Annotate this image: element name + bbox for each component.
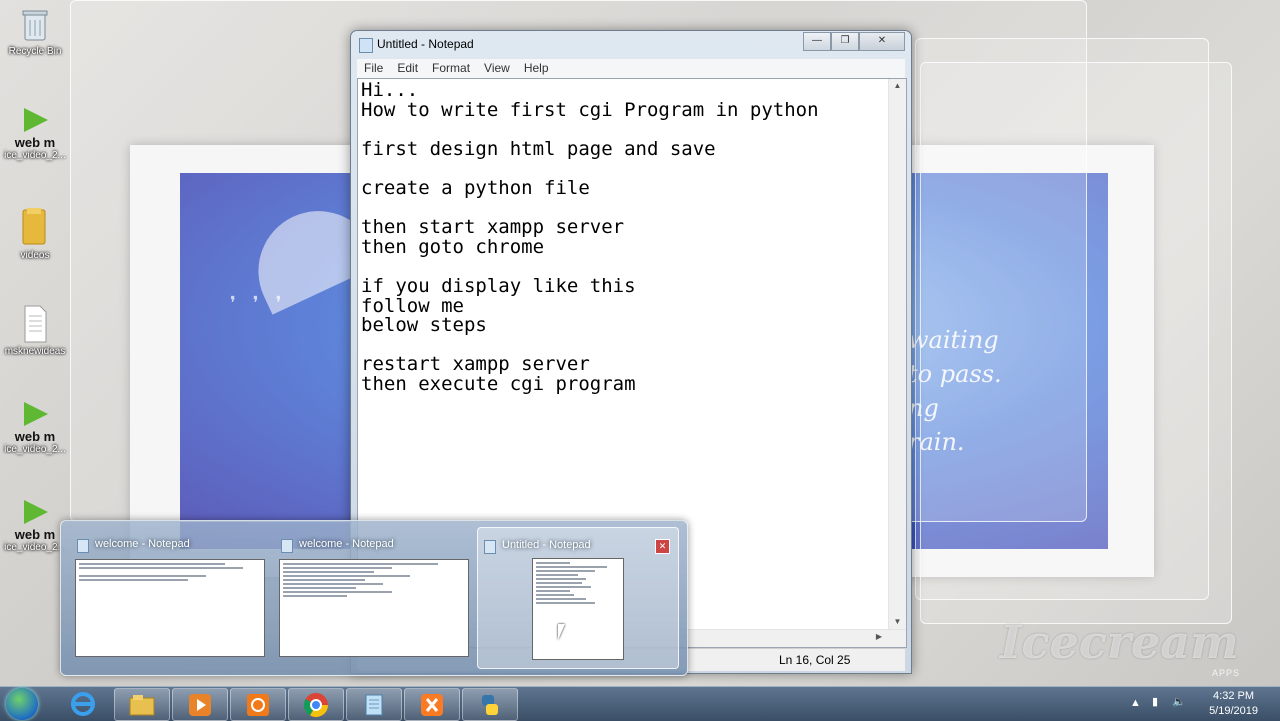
thumbnail-welcome-1[interactable]: welcome - Notepad xyxy=(71,527,271,667)
screen-recorder-icon xyxy=(247,693,269,716)
window-controls: — ❐ ✕ xyxy=(803,32,905,51)
taskbar-notepad[interactable] xyxy=(346,688,402,721)
internet-explorer-icon xyxy=(71,691,95,716)
scroll-up-icon[interactable]: ▲ xyxy=(889,79,906,93)
taskbar-app-orange[interactable] xyxy=(230,688,286,721)
play-icon xyxy=(18,498,52,526)
taskbar: ▲ ▮ 🔈 4:32 PM 5/19/2019 xyxy=(0,686,1280,721)
notepad-icon xyxy=(359,38,373,53)
watermark-logo: Icecream xyxy=(1000,615,1239,669)
scroll-down-icon[interactable]: ▼ xyxy=(889,615,906,629)
show-hidden-icons-icon[interactable]: ▲ xyxy=(1130,697,1141,709)
desktop-icon-videos[interactable]: videos xyxy=(0,204,70,261)
xampp-icon xyxy=(421,693,443,716)
window-title: Untitled - Notepad xyxy=(377,37,474,51)
play-icon xyxy=(18,400,52,428)
cursor-position: Ln 16, Col 25 xyxy=(779,653,851,667)
thumbnail-untitled[interactable]: Untitled - Notepad ✕ xyxy=(477,527,679,669)
thumbnail-preview xyxy=(279,559,469,657)
document-icon xyxy=(18,304,52,344)
editor-content[interactable]: Hi... How to write first cgi Program in … xyxy=(361,80,819,395)
network-icon[interactable]: ▮ xyxy=(1152,695,1158,708)
desktop-icon-webm-2[interactable]: web m ice_video_2... xyxy=(0,400,70,455)
recycle-bin-icon xyxy=(18,6,52,44)
mouse-cursor-icon xyxy=(558,624,570,640)
system-tray: ▲ ▮ 🔈 4:32 PM 5/19/2019 xyxy=(1100,687,1280,721)
minimize-button[interactable]: — xyxy=(803,32,831,51)
folder-icon xyxy=(18,204,52,248)
menu-view[interactable]: View xyxy=(477,59,517,78)
desktop-icon-msknewideas[interactable]: msknewideas xyxy=(0,304,70,357)
close-button[interactable]: ✕ xyxy=(859,32,905,51)
notepad-icon xyxy=(281,539,293,553)
vertical-scrollbar[interactable]: ▲ ▼ xyxy=(888,79,906,629)
watermark-sub: APPS xyxy=(1212,668,1241,678)
maximize-button[interactable]: ❐ xyxy=(831,32,859,51)
python-icon xyxy=(482,694,498,715)
background-window-ghost xyxy=(920,62,1232,624)
notepad-icon xyxy=(484,540,496,554)
thumbnail-preview xyxy=(532,558,624,660)
taskbar-xampp[interactable] xyxy=(404,688,460,721)
taskbar-chrome[interactable] xyxy=(288,688,344,721)
menu-help[interactable]: Help xyxy=(517,59,556,78)
desktop-icon-webm-1[interactable]: web m ice_video_2... xyxy=(0,106,70,161)
notepad-icon xyxy=(365,694,383,715)
taskbar-media-player[interactable] xyxy=(172,688,228,721)
taskbar-python[interactable] xyxy=(462,688,518,721)
taskbar-thumbnail-popup: welcome - Notepad welcome - Notepad Unti… xyxy=(60,520,688,676)
taskbar-internet-explorer[interactable] xyxy=(56,688,110,719)
play-icon xyxy=(18,106,52,134)
menu-format[interactable]: Format xyxy=(425,59,477,78)
menu-edit[interactable]: Edit xyxy=(390,59,425,78)
thumbnail-welcome-2[interactable]: welcome - Notepad xyxy=(275,527,475,667)
folder-icon xyxy=(129,694,155,715)
taskbar-file-explorer[interactable] xyxy=(114,688,170,721)
speaker-icon[interactable]: 🔈 xyxy=(1172,695,1186,708)
menu-file[interactable]: File xyxy=(357,59,390,78)
desktop-icon-recycle-bin[interactable]: Recycle Bin xyxy=(0,6,70,57)
scroll-right-icon[interactable]: ▶ xyxy=(876,632,882,641)
menu-bar: File Edit Format View Help xyxy=(357,59,905,79)
notepad-icon xyxy=(77,539,89,553)
media-player-icon xyxy=(189,693,211,716)
chrome-icon xyxy=(303,692,328,717)
thumbnail-close-icon[interactable]: ✕ xyxy=(655,539,670,554)
clock[interactable]: 4:32 PM 5/19/2019 xyxy=(1209,689,1258,719)
thumbnail-preview xyxy=(75,559,265,657)
start-button[interactable] xyxy=(6,688,38,720)
